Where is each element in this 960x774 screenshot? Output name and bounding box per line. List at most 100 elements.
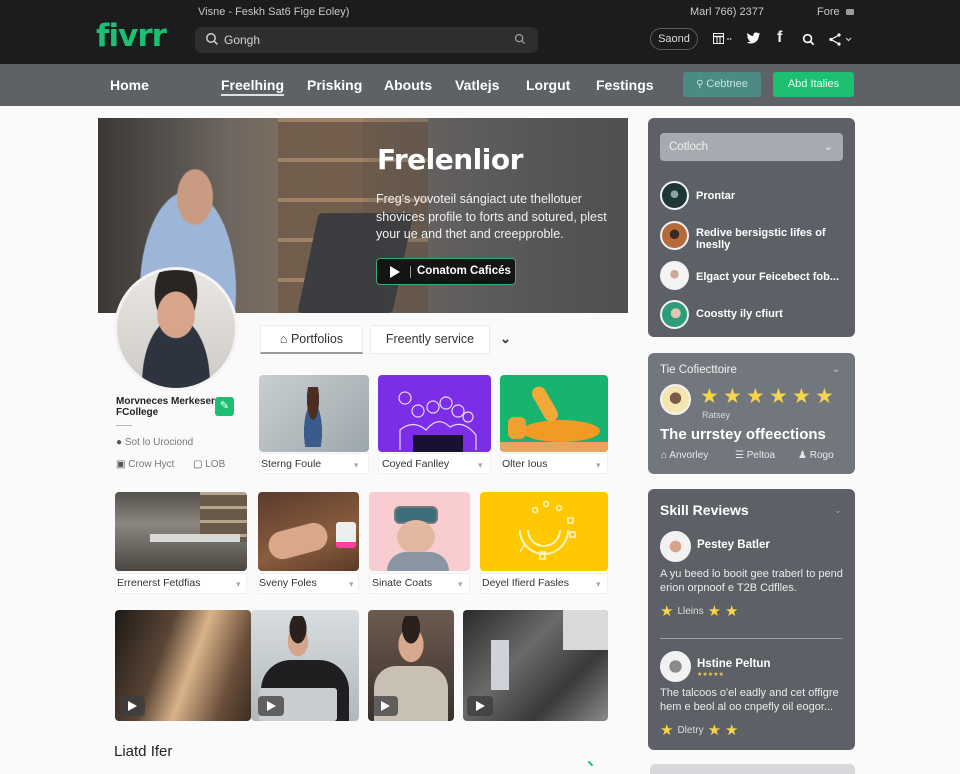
video-thumbnail[interactable]: [463, 610, 608, 721]
hero-cta-label: Conatom Caficés: [417, 265, 511, 277]
cup-image: [336, 522, 356, 548]
portfolio-card-image[interactable]: [369, 492, 470, 571]
profile-meta-2-text: LOB: [205, 459, 226, 470]
reviewer-name: Hstine Peltun: [697, 658, 771, 670]
star-icon: ★: [792, 385, 811, 408]
profile-divider: [116, 425, 132, 426]
chevron-down-icon[interactable]: ▾: [478, 460, 483, 471]
share-icon[interactable]: [829, 33, 855, 46]
play-icon[interactable]: [258, 696, 284, 716]
portfolio-card-image[interactable]: [258, 492, 359, 571]
avatar[interactable]: [660, 181, 689, 210]
video-thumbnail[interactable]: [251, 610, 359, 721]
star-icon: ★: [660, 722, 674, 739]
portfolio-card-image[interactable]: [500, 375, 608, 452]
collection-link-3[interactable]: ♟ Rogo: [798, 450, 834, 461]
surface: [500, 442, 608, 452]
nav-festings[interactable]: Festings: [596, 77, 654, 93]
reviewer-avatar[interactable]: [660, 531, 691, 562]
pencil-icon: ✎: [219, 400, 230, 412]
video-thumbnail[interactable]: [368, 610, 454, 721]
save-button[interactable]: Saond: [650, 28, 698, 50]
profile-meta-1-text: Crow Hyct: [128, 459, 175, 470]
play-icon[interactable]: [372, 696, 398, 716]
play-icon[interactable]: [119, 696, 145, 716]
gear-sun-illustration-icon: [519, 500, 576, 560]
fore-label[interactable]: Fore: [817, 6, 840, 18]
chevron-down-icon[interactable]: ▾: [596, 579, 601, 590]
sidebar-item[interactable]: Elgact your Feicebect fob...: [696, 271, 846, 283]
fore-toggle-icon[interactable]: [846, 9, 854, 15]
avatar[interactable]: [660, 384, 691, 415]
avatar[interactable]: [660, 221, 689, 250]
date-text: Marl 766) 2377: [690, 6, 764, 18]
chevron-down-icon[interactable]: ▾: [596, 460, 601, 471]
hero-title: Frelenlior: [377, 143, 523, 176]
portfolio-card-label[interactable]: Sinate Coats: [372, 577, 432, 589]
portfolio-card-label[interactable]: Errenerst Fetdfias: [117, 577, 200, 589]
person-face-image: [390, 616, 432, 664]
chevron-down-icon[interactable]: ⌄: [834, 505, 842, 516]
star-icon: ★: [725, 722, 739, 739]
search-icon[interactable]: [802, 33, 815, 46]
nav-prisking[interactable]: Prisking: [307, 77, 362, 93]
review-divider: [660, 638, 842, 639]
portfolio-card-image[interactable]: [480, 492, 608, 571]
orange-arm-image: [529, 384, 561, 424]
collection-link-2[interactable]: ☰ Peltoa: [735, 450, 775, 461]
portfolio-card-label[interactable]: Sterng Foule: [261, 458, 321, 470]
nav-home[interactable]: Home: [110, 77, 149, 93]
person-icon: ♟: [798, 450, 810, 461]
facebook-icon[interactable]: f: [777, 30, 782, 46]
play-icon[interactable]: [467, 696, 493, 716]
tab-portfolios-label: Portfolios: [290, 332, 344, 346]
fiverr-logo[interactable]: fivrr: [96, 18, 167, 54]
calendar-icon[interactable]: [713, 33, 733, 45]
avatar[interactable]: [660, 300, 689, 329]
nav-freelhing[interactable]: Freelhing: [221, 77, 285, 96]
portfolio-card-label[interactable]: Olter Ious: [502, 458, 548, 470]
reviewer-avatar[interactable]: [660, 651, 691, 682]
tab-freently-service[interactable]: Freently service: [370, 325, 490, 354]
hero-cta-button[interactable]: Conatom Caficés: [376, 258, 516, 285]
sidebar-item[interactable]: Redive bersigstic lifes of Ineslly: [696, 227, 846, 251]
secondary-nav-button[interactable]: ⚲ Cebtnee: [683, 72, 761, 97]
profile-location-text: Sot lo Urociond: [124, 437, 194, 448]
chevron-down-icon[interactable]: ▾: [354, 460, 359, 471]
twitter-icon[interactable]: [746, 32, 761, 45]
nav-lorgut[interactable]: Lorgut: [526, 77, 570, 93]
reviewer-name: Pestey Batler: [697, 539, 770, 551]
portfolio-card-image[interactable]: [115, 492, 247, 571]
sidebar-item[interactable]: Prontar: [696, 190, 846, 202]
portfolio-card-image[interactable]: [378, 375, 491, 452]
star-icon: ★: [769, 385, 788, 408]
chevron-down-icon[interactable]: ▾: [236, 579, 241, 590]
profile-location: ● Sot lo Urociond: [116, 437, 193, 448]
chevron-down-icon[interactable]: ▾: [458, 579, 463, 590]
sidebar-item[interactable]: Coostty ily cfiurt: [696, 308, 846, 320]
collection-link-1[interactable]: ⌂ Anvorley: [661, 450, 708, 461]
portfolio-card-image[interactable]: [259, 375, 369, 452]
tab-portfolios[interactable]: ⌂ Portfolios: [260, 325, 363, 354]
portfolio-card-label[interactable]: Sveny Foles: [259, 577, 317, 589]
portfolio-card-label[interactable]: Coyed Fanlley: [382, 458, 449, 470]
edit-profile-button[interactable]: ✎: [215, 397, 234, 416]
portfolio-card-label[interactable]: Deyel Ifierd Fasles: [482, 577, 569, 589]
primary-nav-button[interactable]: Abd Italies: [773, 72, 854, 97]
star-icon: ★: [700, 385, 719, 408]
tabs-more-chevron-icon[interactable]: ⌄: [500, 331, 511, 347]
profile-avatar[interactable]: [114, 267, 238, 391]
box-icon: ▢: [193, 459, 206, 470]
sidebar-select[interactable]: Cotloch ⌄: [660, 133, 843, 161]
profile-meta-1: ▣ Crow Hyct: [116, 459, 174, 470]
search-input[interactable]: Gongh: [195, 27, 538, 53]
chevron-down-icon[interactable]: ⌄: [832, 364, 840, 375]
search-submit-icon[interactable]: [514, 33, 526, 45]
avatar[interactable]: [660, 261, 689, 290]
nav-vatlejs[interactable]: Vatlejs: [455, 77, 499, 93]
chevron-down-icon[interactable]: ▾: [349, 579, 354, 590]
chevron-down-icon: ⌄: [823, 141, 833, 153]
orange-vase-image: [508, 417, 526, 439]
video-thumbnail[interactable]: [115, 610, 251, 721]
nav-abouts[interactable]: Abouts: [384, 77, 432, 93]
